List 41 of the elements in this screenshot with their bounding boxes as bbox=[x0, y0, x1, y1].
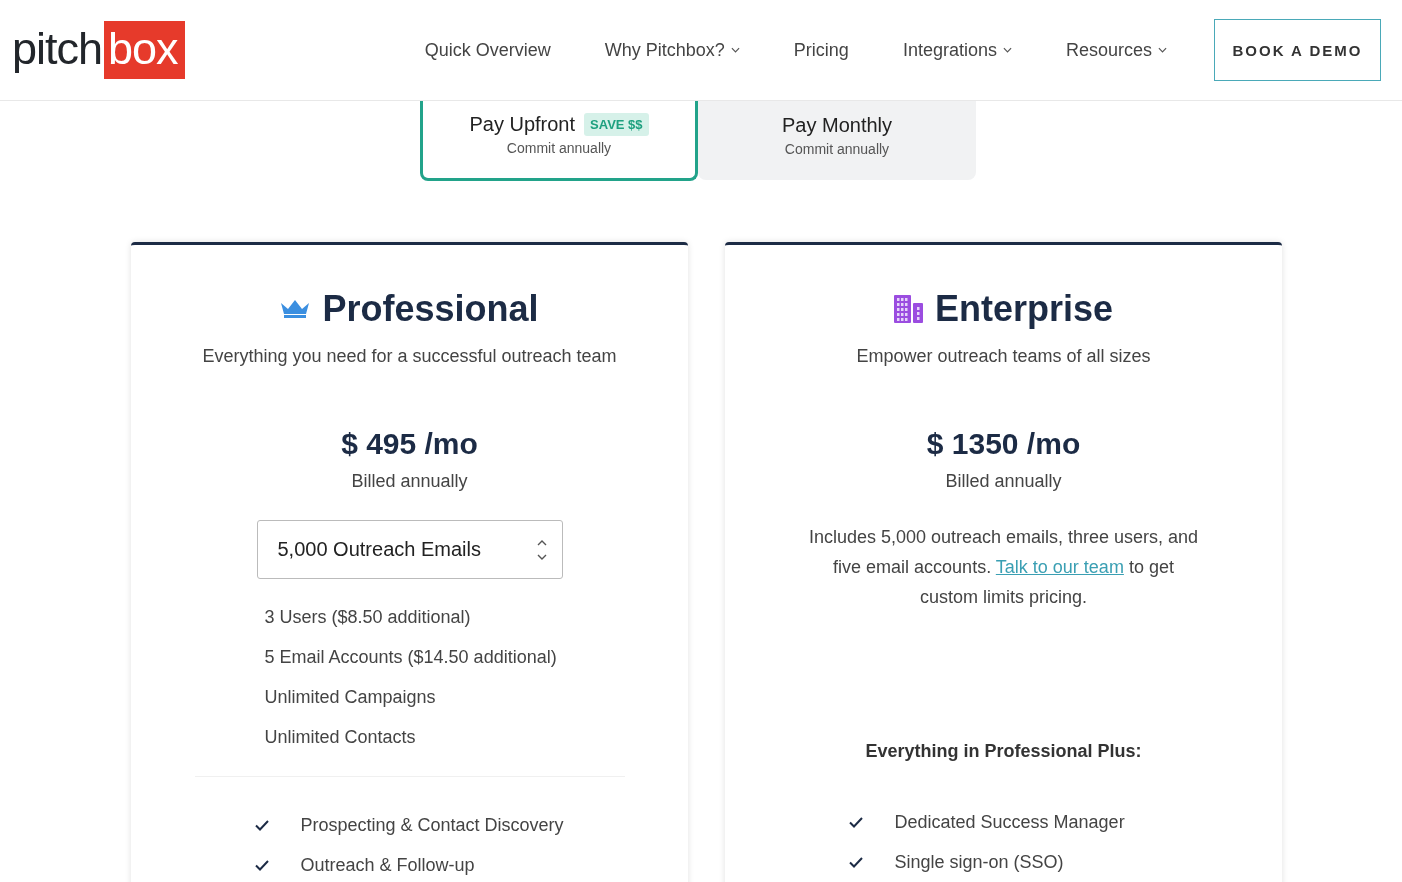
logo-box[interactable]: box bbox=[104, 21, 185, 79]
plan-name: Enterprise bbox=[934, 288, 1114, 330]
checkmark-icon bbox=[254, 819, 269, 831]
option-subtitle: Commit annually bbox=[506, 140, 612, 156]
billing-note: Billed annually bbox=[945, 471, 1062, 492]
feature-item: Prospecting & Contact Discovery bbox=[300, 814, 564, 836]
plan-name: Professional bbox=[322, 288, 539, 330]
nav-link[interactable]: Why Pitchbox? bbox=[604, 39, 740, 61]
billing-option[interactable]: Pay Upfront SAVE $$ Commit annually bbox=[420, 101, 698, 181]
feature-item: Dedicated Success Manager bbox=[894, 811, 1125, 833]
building-icon bbox=[893, 295, 923, 323]
features-heading: Everything in Professional Plus: bbox=[865, 741, 1142, 762]
feature-item: Outreach & Follow-up bbox=[300, 854, 475, 876]
logo-text[interactable]: pitch bbox=[12, 25, 103, 75]
plan-tagline: Empower outreach teams of all sizes bbox=[856, 346, 1151, 367]
feature-item: Single sign-on (SSO) bbox=[894, 851, 1064, 873]
nav-link[interactable]: Quick Overview bbox=[424, 39, 551, 61]
option-label: Pay Monthly bbox=[781, 114, 893, 137]
billing-option[interactable]: Pay Monthly Commit annually bbox=[698, 101, 976, 180]
up-down-icon bbox=[535, 538, 548, 561]
option-label: Pay Upfront bbox=[469, 113, 576, 136]
plan-tagline: Everything you need for a successful outreach team bbox=[202, 346, 617, 367]
nav-link[interactable]: Pricing bbox=[793, 39, 849, 61]
checkmark-icon bbox=[848, 816, 863, 828]
plan-price: $ 495 /mo bbox=[341, 427, 478, 461]
book-demo-button[interactable]: BOOK A DEMO bbox=[1214, 19, 1381, 81]
nav-link[interactable]: Integrations bbox=[902, 39, 1012, 61]
nav-link[interactable]: Resources bbox=[1065, 39, 1167, 61]
allowance-item: Unlimited Contacts bbox=[264, 726, 417, 749]
plan-price: $ 1350 /mo bbox=[926, 427, 1081, 461]
allowance-item: 5 Email Accounts ($14.50 additional) bbox=[264, 646, 555, 669]
option-subtitle: Commit annually bbox=[784, 141, 890, 157]
email-volume-select[interactable]: 5,000 Outreach Emails bbox=[256, 520, 563, 579]
save-badge: SAVE $$ bbox=[584, 113, 649, 136]
billing-note: Billed annually bbox=[351, 471, 468, 492]
plan-description: Includes 5,000 outreach emails, three users, and five email accounts. Talk to our team to get custom limits pricing. bbox=[807, 526, 1200, 609]
checkmark-icon bbox=[848, 856, 863, 868]
crown-icon bbox=[280, 299, 311, 319]
allowance-item: Unlimited Campaigns bbox=[264, 686, 437, 709]
allowance-item: 3 Users ($8.50 additional) bbox=[264, 606, 472, 629]
checkmark-icon bbox=[254, 859, 269, 871]
